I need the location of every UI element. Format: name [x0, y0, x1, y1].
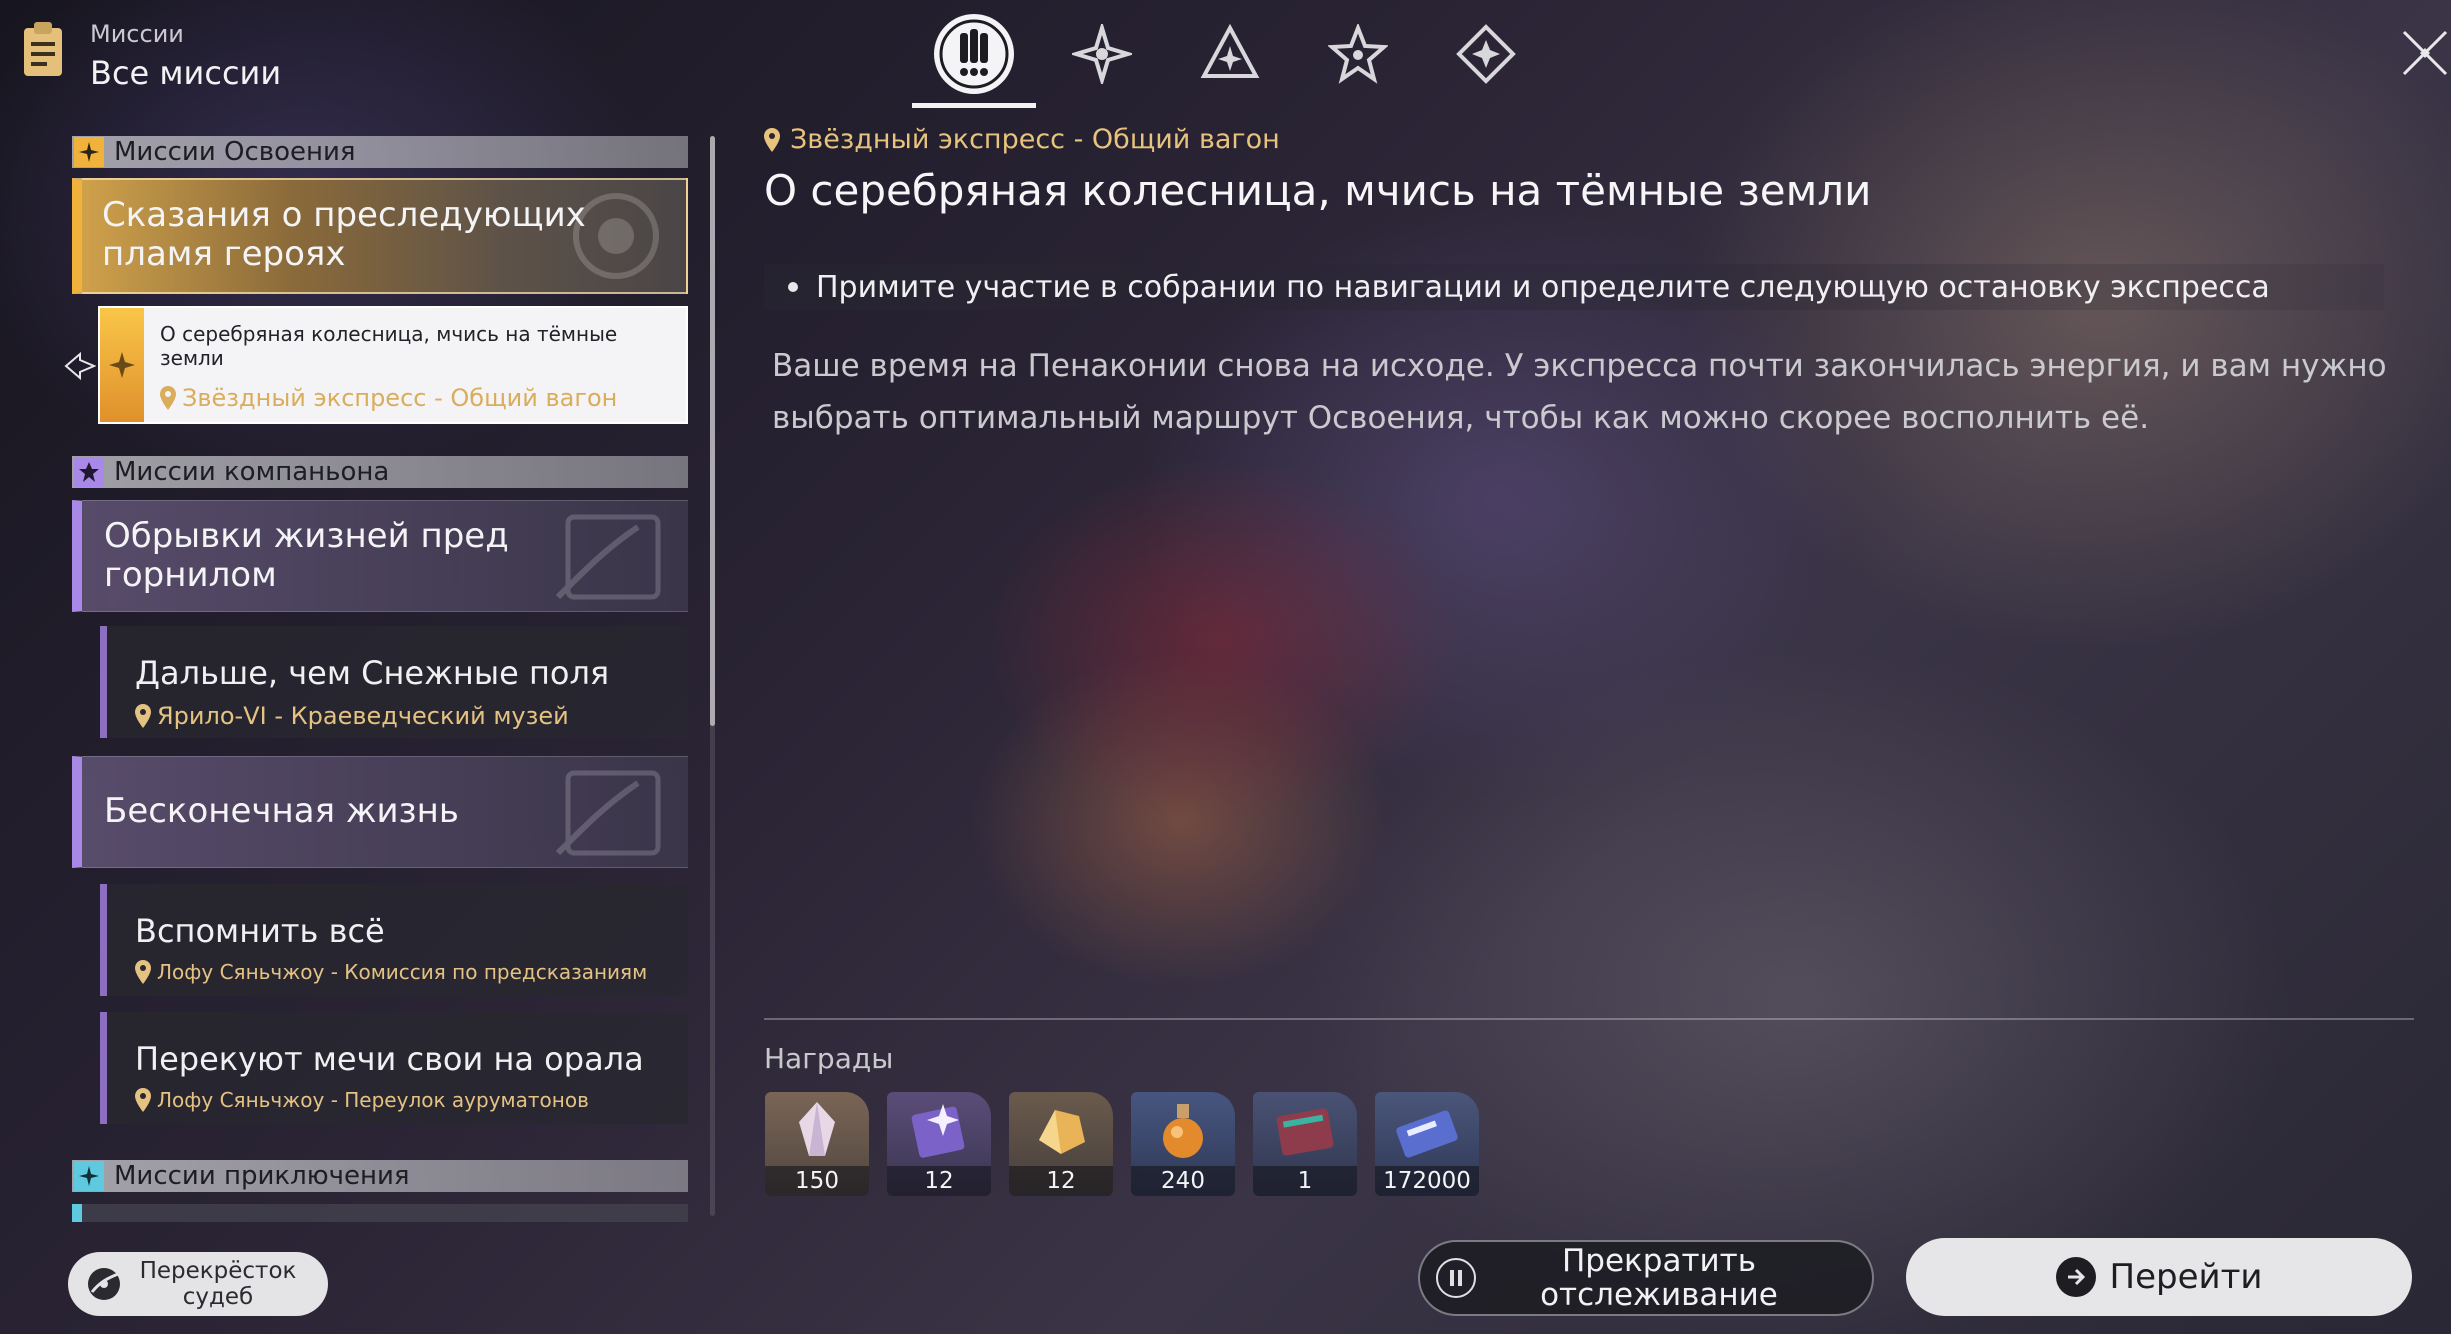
header-category: Миссии [90, 20, 184, 48]
sub-mission-location: Лофу Сяньчжоу - Комиссия по предсказания… [135, 960, 688, 984]
stop-tracking-label: Прекратить отслеживание [1540, 1243, 1778, 1313]
sub-mission[interactable]: Дальше, чем Снежные поля Ярило-VI - Крае… [100, 626, 688, 738]
emblem-decoration-icon [573, 193, 659, 279]
purple-book-icon [911, 1104, 965, 1158]
credit-card-icon [1396, 1110, 1458, 1158]
rewards-row: 150 12 12 240 1 172000 [765, 1092, 1485, 1196]
reward-red-book[interactable]: 1 [1253, 1092, 1357, 1196]
reward-gold-crystal[interactable]: 12 [1009, 1092, 1113, 1196]
mission-card-adventure[interactable] [72, 1204, 688, 1222]
mission-title: Бесконечная жизнь [104, 791, 459, 832]
location-pin-icon [160, 386, 176, 410]
tab-daily[interactable] [1422, 0, 1550, 108]
location-pin-icon [135, 1088, 151, 1112]
close-icon [2402, 30, 2448, 76]
location-pin-icon [135, 960, 151, 984]
fate-crossroads-icon [88, 1268, 120, 1300]
trailblaze-stripe [100, 308, 144, 422]
trailblaze-star-icon [109, 352, 135, 378]
adventure-badge-icon [74, 1161, 104, 1191]
reward-purple-book[interactable]: 12 [887, 1092, 991, 1196]
mission-description: Ваше время на Пенаконии снова на исходе.… [772, 348, 2387, 436]
fate-crossroads-label: Перекрёсток судеб [139, 1258, 297, 1310]
selection-pointer-icon [64, 351, 96, 381]
reward-orange-potion[interactable]: 240 [1131, 1092, 1235, 1196]
section-adventure: Миссии приключения [72, 1160, 688, 1192]
sub-mission[interactable]: Вспомнить всё Лофу Сяньчжоу - Комиссия п… [100, 884, 688, 996]
red-book-icon [1276, 1108, 1334, 1156]
mission-objective: Примите участие в собрании по навигации … [764, 264, 2384, 310]
bullet-icon [788, 282, 798, 292]
reward-count: 150 [765, 1166, 869, 1196]
sub-mission-selected[interactable]: О серебряная колесница, мчись на тёмные … [98, 306, 688, 424]
sub-mission-location: Ярило-VI - Краеведческий музей [135, 702, 688, 730]
mission-location: Звёздный экспресс - Общий вагон [764, 124, 1280, 155]
clipboard-icon [22, 20, 64, 78]
compass-star-icon [1072, 24, 1132, 84]
section-label: Миссии приключения [114, 1161, 410, 1191]
objective-text: Примите участие в собрании по навигации … [816, 269, 2270, 305]
sub-mission-title: Вспомнить всё [135, 912, 385, 950]
close-button[interactable] [2400, 28, 2450, 78]
header-title: Все миссии [90, 54, 282, 92]
stellar-jade-icon [799, 1102, 835, 1156]
rewards-divider [764, 1018, 2414, 1020]
section-label: Миссии компаньона [114, 457, 390, 487]
reward-count: 1 [1253, 1166, 1357, 1196]
location-pin-icon [764, 127, 780, 152]
section-label: Миссии Освоения [114, 137, 356, 167]
section-trailblaze: Миссии Освоения [72, 136, 688, 168]
reward-count: 12 [887, 1166, 991, 1196]
go-arrow-icon [2055, 1257, 2096, 1297]
go-button[interactable]: Перейти [1906, 1238, 2412, 1316]
list-scrollbar-thumb[interactable] [710, 136, 715, 726]
tab-companion[interactable] [1166, 0, 1294, 108]
sub-mission[interactable]: Перекуют мечи свои на орала Лофу Сяньчжо… [100, 1012, 688, 1124]
sub-mission-location: Звёздный экспресс - Общий вагон [160, 384, 617, 412]
section-companion: Миссии компаньона [72, 456, 688, 488]
go-label: Перейти [2109, 1257, 2263, 1297]
reward-credits[interactable]: 172000 [1375, 1092, 1479, 1196]
pause-icon [1436, 1258, 1476, 1298]
orange-potion-icon [1163, 1104, 1203, 1158]
feather-card-decoration-icon [555, 514, 661, 600]
location-pin-icon [135, 704, 151, 728]
stop-tracking-button[interactable]: Прекратить отслеживание [1418, 1240, 1874, 1316]
trailblaze-badge-icon [74, 137, 104, 167]
companion-badge-icon [74, 457, 104, 487]
diamond-star-icon [1456, 24, 1516, 84]
mission-card-companion-1[interactable]: Обрывки жизней пред горнилом [72, 500, 688, 612]
tab-adventure[interactable] [1294, 0, 1422, 108]
tab-trailblaze[interactable] [1038, 0, 1166, 108]
fate-crossroads-button[interactable]: Перекрёсток судеб [68, 1252, 328, 1316]
reward-count: 172000 [1375, 1166, 1479, 1196]
feather-card-decoration-icon [555, 770, 661, 856]
reward-count: 240 [1131, 1166, 1235, 1196]
sub-mission-title: Дальше, чем Снежные поля [135, 654, 610, 692]
rewards-label: Награды [764, 1042, 894, 1075]
reward-stellar-jade[interactable]: 150 [765, 1092, 869, 1196]
mission-type-tabs [910, 0, 1550, 110]
mission-detail-title: О серебряная колесница, мчись на тёмные … [764, 166, 1872, 215]
sub-mission-location: Лофу Сяньчжоу - Переулок аурума­тонов [135, 1088, 688, 1112]
sub-mission-title: О серебряная колесница, мчись на тёмные … [160, 322, 618, 370]
gold-crystal-icon [1039, 1110, 1085, 1154]
mission-card-trailblaze[interactable]: Сказания о преследующих пламя героях [72, 178, 688, 294]
mission-card-companion-2[interactable]: Бесконечная жизнь [72, 756, 688, 868]
sub-mission-title: Перекуют мечи свои на орала [135, 1040, 644, 1078]
reward-count: 12 [1009, 1166, 1113, 1196]
mission-list[interactable]: Миссии Освоения Сказания о преследующих … [72, 132, 690, 1222]
triangle-star-icon [1200, 24, 1260, 78]
exclamation-icon [934, 14, 1014, 94]
tab-all-missions[interactable] [910, 0, 1038, 108]
five-point-star-icon [1328, 24, 1388, 84]
